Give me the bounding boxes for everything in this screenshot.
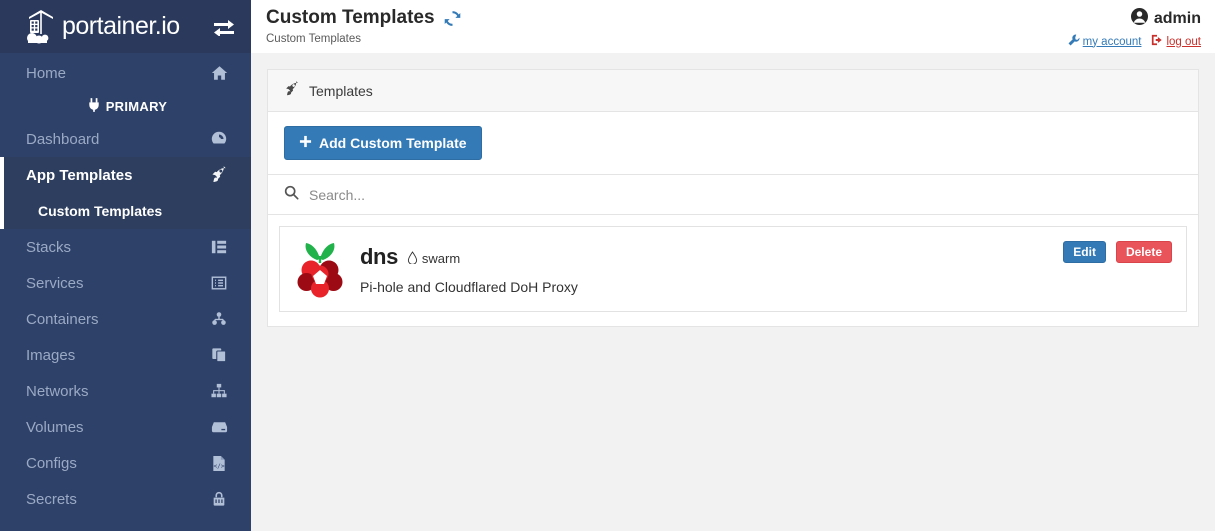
sidebar-subitem-label: Custom Templates [38, 203, 163, 219]
templates-panel-body: Add Custom Template [268, 112, 1198, 174]
configs-file-code-icon: </> [209, 453, 229, 473]
template-description: Pi-hole and Cloudflared DoH Proxy [360, 278, 578, 295]
topbar: Custom Templates Custom Templates admin … [251, 0, 1215, 53]
template-card[interactable]: dns swarm Pi-hole and Cloudflared DoH Pr… [279, 226, 1187, 312]
templates-panel-title: Templates [309, 82, 373, 99]
sidebar-item-label: Home [26, 64, 67, 82]
raspberry-pi-logo-icon [294, 239, 346, 299]
services-list-icon [209, 273, 229, 293]
sign-out-icon [1151, 34, 1163, 49]
breadcrumb: Custom Templates [266, 33, 362, 45]
template-title-row: dns swarm [360, 244, 1063, 270]
wrench-icon [1068, 34, 1080, 49]
exchange-arrows-icon[interactable] [211, 16, 237, 38]
sidebar: portainer.io Home PRIMARY Dashboard App … [0, 0, 251, 531]
my-account-link[interactable]: my account [1068, 34, 1142, 49]
templates-list: dns swarm Pi-hole and Cloudflared DoH Pr… [268, 215, 1198, 326]
sidebar-item-containers[interactable]: Containers [0, 301, 251, 337]
sidebar-item-label: Containers [26, 310, 99, 328]
sidebar-item-custom-templates[interactable]: Custom Templates [0, 193, 251, 229]
template-type-label: swarm [421, 251, 461, 266]
user-area: admin my account log out [1068, 6, 1201, 49]
add-custom-template-button[interactable]: Add Custom Template [284, 126, 482, 160]
user-circle-icon [1130, 8, 1148, 30]
brand-text: portainer.io [62, 12, 180, 40]
swarm-icon [407, 250, 418, 267]
log-out-label: log out [1166, 35, 1201, 48]
dashboard-gauge-icon [209, 129, 229, 149]
sidebar-item-label: Services [26, 274, 84, 292]
sidebar-item-label: Configs [26, 454, 77, 472]
sidebar-endpoint-label: PRIMARY [105, 98, 168, 114]
sidebar-item-label: Images [26, 346, 76, 364]
sidebar-endpoint-primary[interactable]: PRIMARY [0, 91, 251, 121]
sidebar-item-volumes[interactable]: Volumes [0, 409, 251, 445]
template-actions: Edit Delete [1063, 241, 1172, 263]
sidebar-item-stacks[interactable]: Stacks [0, 229, 251, 265]
template-type-badge: swarm [407, 250, 461, 267]
plug-icon [88, 97, 100, 115]
search-icon [284, 185, 299, 205]
sidebar-item-label: Volumes [26, 418, 84, 436]
templates-panel: Templates Add Custom Template Search... … [267, 69, 1199, 327]
sidebar-item-configs[interactable]: Configs </> [0, 445, 251, 481]
home-icon [209, 63, 229, 83]
sidebar-item-secrets[interactable]: Secrets [0, 481, 251, 517]
portainer-crane-logo-icon [22, 8, 60, 46]
sidebar-item-services[interactable]: Services [0, 265, 251, 301]
add-custom-template-label: Add Custom Template [319, 135, 467, 151]
sidebar-item-networks[interactable]: Networks [0, 373, 251, 409]
sidebar-item-label: Networks [26, 382, 89, 400]
content: Templates Add Custom Template Search... … [251, 53, 1215, 343]
user-links: my account log out [1068, 34, 1201, 49]
brand-logo[interactable]: portainer.io [22, 8, 211, 46]
svg-text:</>: </> [213, 462, 224, 469]
templates-panel-header: Templates [268, 70, 1198, 112]
sidebar-item-label: Stacks [26, 238, 72, 256]
log-out-link[interactable]: log out [1151, 34, 1201, 49]
sidebar-item-label: Dashboard [26, 130, 100, 148]
secrets-lock-icon [209, 489, 229, 509]
sidebar-nav: Home PRIMARY Dashboard App Templates Cus… [0, 55, 251, 517]
refresh-sync-icon[interactable] [443, 9, 462, 28]
rocket-icon [284, 81, 300, 100]
page-title-text: Custom Templates [266, 7, 435, 28]
rocket-icon [209, 165, 229, 185]
template-info: dns swarm Pi-hole and Cloudflared DoH Pr… [360, 244, 1063, 295]
plus-icon [299, 135, 312, 151]
sidebar-item-dashboard[interactable]: Dashboard [0, 121, 251, 157]
main-area: Custom Templates Custom Templates admin … [251, 0, 1215, 531]
delete-template-button[interactable]: Delete [1115, 241, 1172, 263]
sidebar-brand-bar: portainer.io [0, 0, 251, 53]
edit-template-button[interactable]: Edit [1063, 241, 1106, 263]
page-titles: Custom Templates Custom Templates [265, 6, 1068, 45]
stacks-grid-icon [209, 237, 229, 257]
my-account-label: my account [1082, 35, 1142, 48]
search-input[interactable] [309, 186, 1182, 203]
volumes-hdd-icon [209, 417, 229, 437]
sidebar-item-app-templates[interactable]: App Templates [0, 157, 251, 193]
template-name: dns [360, 243, 398, 269]
sidebar-item-home[interactable]: Home [0, 55, 251, 91]
app-root: portainer.io Home PRIMARY Dashboard App … [0, 0, 1215, 531]
containers-icon [209, 309, 229, 329]
user-name-label: admin [1153, 10, 1201, 27]
page-title: Custom Templates [266, 6, 1068, 30]
images-copy-icon [209, 345, 229, 365]
sidebar-item-images[interactable]: Images [0, 337, 251, 373]
sidebar-item-label: Secrets [26, 490, 77, 508]
search-row[interactable] [268, 174, 1198, 215]
user-name-row: admin [1068, 8, 1201, 30]
networks-sitemap-icon [209, 381, 229, 401]
sidebar-item-label: App Templates [26, 166, 133, 184]
